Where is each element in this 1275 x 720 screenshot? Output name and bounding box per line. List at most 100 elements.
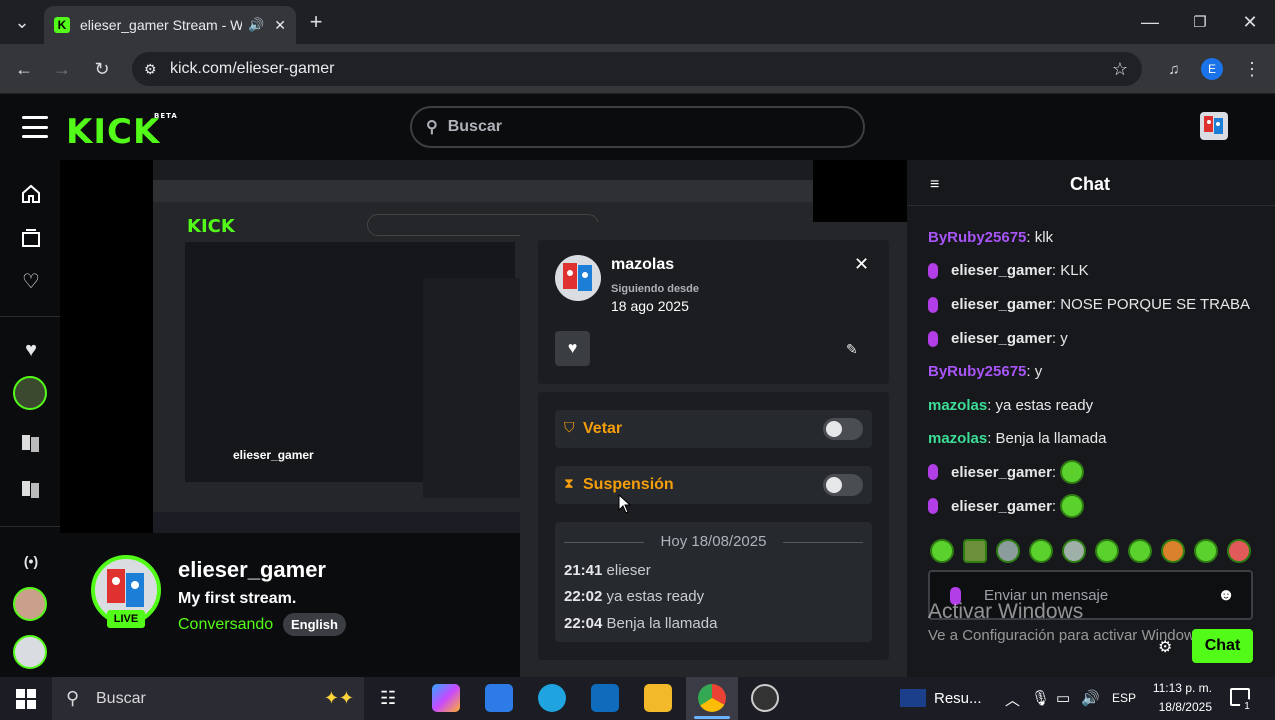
beta-badge: BETA <box>154 112 178 120</box>
reload-icon[interactable]: ↻ <box>88 55 116 83</box>
chrome-app-icon[interactable] <box>698 684 726 712</box>
site-info-icon[interactable]: ⚙ <box>144 61 157 78</box>
chat-message[interactable]: elieser_gamer: NOSE PORQUE SE TRABA <box>928 296 1250 313</box>
emote-icon[interactable] <box>1029 539 1053 563</box>
chat-divider <box>907 205 1275 206</box>
browser-tab[interactable]: K elieser_gamer Stream - Wat 🔊 ✕ <box>44 6 296 44</box>
chat-message[interactable]: elieser_gamer: KLK <box>928 262 1089 279</box>
media-control-icon[interactable]: ♫ <box>1160 55 1188 83</box>
chat-message[interactable]: mazolas: Benja la llamada <box>928 430 1106 447</box>
tab-close-icon[interactable]: ✕ <box>274 17 286 34</box>
bookmark-star-icon[interactable]: ☆ <box>1112 59 1128 80</box>
following-since-date: 18 ago 2025 <box>611 298 689 314</box>
message-history: Hoy 18/08/2025 21:41 elieser 22:02 ya es… <box>555 522 872 642</box>
file-explorer-app-icon[interactable] <box>644 684 672 712</box>
back-icon[interactable]: ← <box>10 55 38 83</box>
address-bar[interactable]: ⚙ kick.com/elieser-gamer ☆ <box>132 52 1142 86</box>
live-channels-icon[interactable]: (•) <box>15 545 47 577</box>
taskbar-date[interactable]: 18/8/2025 <box>1148 700 1212 714</box>
popup-user-avatar <box>555 255 601 301</box>
news-widget-icon[interactable] <box>900 689 926 707</box>
collapse-chat-icon[interactable]: ≡ <box>930 176 939 194</box>
emote-icon[interactable] <box>1194 539 1218 563</box>
search-icon: ⚲ <box>426 119 438 136</box>
chat-message[interactable]: elieser_gamer: y <box>928 330 1068 347</box>
popup-close-icon[interactable]: ✕ <box>854 254 869 275</box>
tab-list-chevron-icon[interactable]: ⌄ <box>8 8 36 36</box>
emote-icon[interactable] <box>1128 539 1152 563</box>
chat-message[interactable]: elieser_gamer: <box>928 460 1085 484</box>
chat-message[interactable]: mazolas: ya estas ready <box>928 397 1093 414</box>
followed-channel-avatar[interactable] <box>13 376 47 410</box>
home-icon[interactable] <box>15 178 47 210</box>
emote-icon[interactable] <box>996 539 1020 563</box>
restore-icon[interactable]: ❐ <box>1186 8 1214 36</box>
emote-icon[interactable] <box>1227 539 1251 563</box>
ban-shield-icon: ⛉ <box>564 419 575 435</box>
taskbar-time[interactable]: 11:13 p. m. <box>1148 681 1212 695</box>
taskbar-search-input[interactable]: ⚲ Buscar ✦✦ <box>52 677 364 720</box>
language-tag[interactable]: English <box>283 613 346 636</box>
live-badge: LIVE <box>107 610 145 628</box>
copilot-app-icon[interactable] <box>432 684 460 712</box>
edge-app-icon[interactable] <box>538 684 566 712</box>
recording-app-icon[interactable] <box>751 684 779 712</box>
network-tray-icon[interactable]: ▭ <box>1056 689 1070 707</box>
profile-avatar[interactable]: E <box>1198 55 1226 83</box>
follow-heart-button[interactable]: ♥ <box>555 331 590 366</box>
windows-start-icon[interactable] <box>16 689 36 709</box>
browse-icon[interactable] <box>15 222 47 254</box>
user-avatar[interactable] <box>1200 112 1228 140</box>
taskbar-search-placeholder: Buscar <box>96 689 146 707</box>
emote-icon[interactable] <box>1161 539 1185 563</box>
recommended-channel-avatar[interactable] <box>13 635 47 669</box>
recommended-channel-avatar[interactable] <box>13 587 47 621</box>
stream-category[interactable]: Conversando <box>178 616 273 634</box>
tab-title: elieser_gamer Stream - Wat <box>80 17 243 33</box>
emote-icon[interactable] <box>1095 539 1119 563</box>
emote-icon[interactable] <box>1062 539 1086 563</box>
emote-icon[interactable] <box>963 539 987 563</box>
emoji-icon[interactable]: ☻ <box>1217 585 1235 605</box>
outlook-app-icon[interactable] <box>591 684 619 712</box>
mute-mic-icon[interactable]: ✎ <box>846 341 858 358</box>
volume-tray-icon[interactable]: 🔊 <box>1081 689 1100 707</box>
kick-logo[interactable]: KICK BETA <box>66 112 177 152</box>
hourglass-icon: ⧗ <box>564 475 574 491</box>
forward-icon[interactable]: → <box>48 55 76 83</box>
emote-icon <box>1060 460 1085 484</box>
task-view-icon[interactable]: ☷ <box>380 688 396 709</box>
following-heart-icon[interactable]: ♡ <box>15 265 47 297</box>
send-chat-button[interactable]: Chat <box>1192 629 1253 663</box>
hamburger-menu-icon[interactable] <box>22 116 48 138</box>
emote-icon[interactable] <box>930 539 954 563</box>
chat-settings-gear-icon[interactable]: ⚙ <box>1158 637 1172 657</box>
window-close-icon[interactable]: ✕ <box>1236 8 1264 36</box>
search-highlight-icon: ✦✦ <box>323 688 354 708</box>
ban-row[interactable]: ⛉ Vetar <box>555 410 872 448</box>
input-language[interactable]: ESP <box>1112 691 1136 705</box>
search-placeholder: Buscar <box>447 118 502 135</box>
browser-menu-icon[interactable]: ⋮ <box>1238 55 1266 83</box>
kick-favicon-icon: K <box>54 17 70 33</box>
chat-message[interactable]: elieser_gamer: <box>928 494 1085 518</box>
mic-badge-icon <box>928 296 938 313</box>
followed-channel-avatar[interactable] <box>15 428 47 460</box>
store-app-icon[interactable] <box>485 684 513 712</box>
search-input[interactable]: ⚲ Buscar <box>410 106 865 148</box>
news-widget-text[interactable]: Resu... <box>934 690 982 707</box>
minimize-icon[interactable]: — <box>1136 8 1164 36</box>
timeout-toggle[interactable] <box>823 474 863 496</box>
streamer-name[interactable]: elieser_gamer <box>178 557 326 583</box>
show-hidden-icons-icon[interactable]: ︿ <box>1005 689 1020 710</box>
chat-message[interactable]: ByRuby25675: y <box>928 363 1042 380</box>
chat-message[interactable]: ByRuby25675: klk <box>928 229 1053 246</box>
followed-channel-avatar[interactable] <box>15 474 47 506</box>
tab-audio-icon[interactable]: 🔊 <box>248 17 264 33</box>
new-tab-icon[interactable]: + <box>302 8 330 36</box>
microphone-tray-icon[interactable]: 🎙 <box>1031 689 1050 707</box>
ban-toggle[interactable] <box>823 418 863 440</box>
chat-title: Chat <box>1070 174 1110 194</box>
sidebar-divider <box>0 526 60 527</box>
timeout-row[interactable]: ⧗ Suspensión <box>555 466 872 504</box>
